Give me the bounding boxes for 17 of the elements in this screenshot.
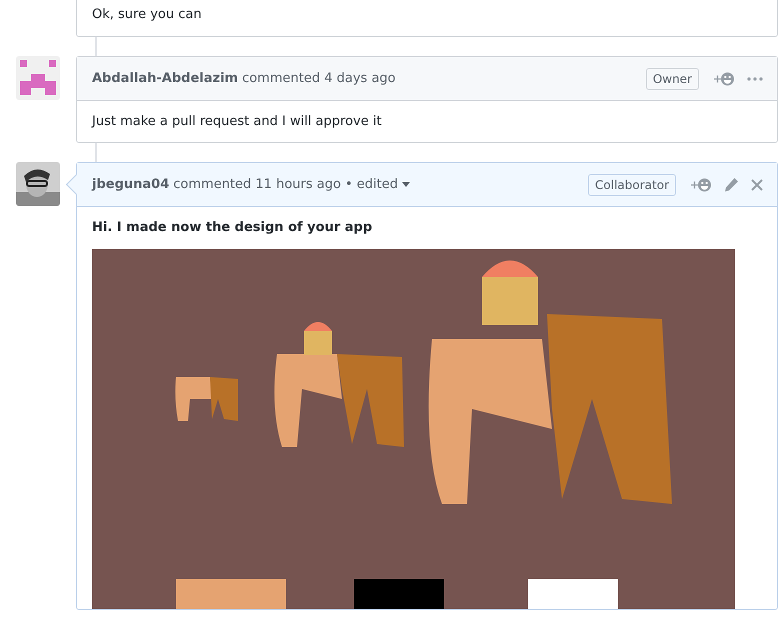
close-icon — [751, 178, 763, 190]
role-label: Collaborator — [588, 174, 676, 196]
comment-author[interactable]: Abdallah-Abdelazim — [92, 71, 238, 86]
role-label: Owner — [646, 68, 699, 90]
comment-timestamp[interactable]: commented 4 days ago — [242, 71, 396, 86]
comment-text: Ok, sure you can — [92, 6, 203, 24]
avatar[interactable] — [16, 162, 60, 206]
pencil-icon — [724, 177, 739, 192]
add-reaction-icon — [713, 70, 735, 86]
comment-author[interactable]: jbeguna04 — [92, 177, 170, 192]
add-reaction-icon — [690, 176, 712, 192]
comment-text: Just make a pull request and I will approve it — [92, 113, 383, 131]
edited-dropdown[interactable]: • edited — [344, 177, 410, 192]
comment-text: Hi. I made now the design of your app — [92, 219, 374, 237]
more-icon — [747, 76, 763, 80]
caret-icon — [402, 182, 410, 187]
comment-timestamp[interactable]: commented 11 hours ago — [173, 177, 341, 192]
